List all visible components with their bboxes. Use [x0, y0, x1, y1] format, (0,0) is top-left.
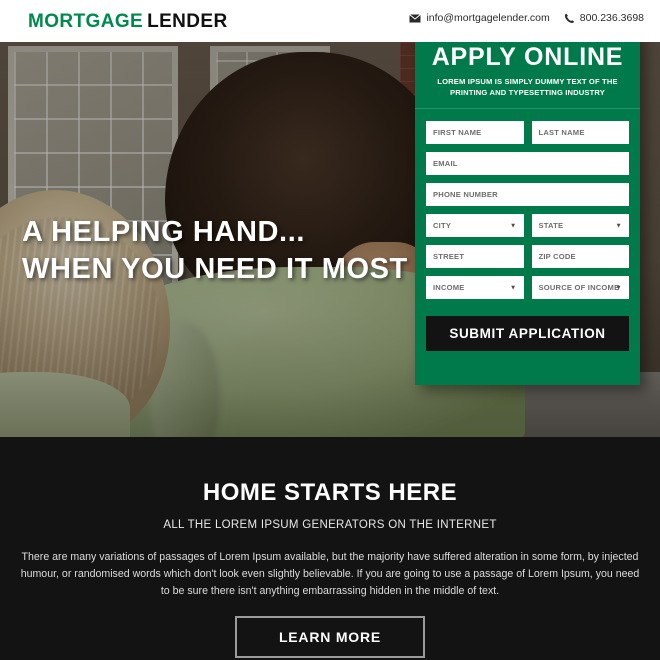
brand-logo[interactable]: MORTGAGE LENDER — [28, 11, 228, 33]
zip-code-input[interactable]: ZIP CODE — [531, 245, 629, 269]
email-input[interactable]: EMAIL — [426, 152, 629, 176]
contact-phone[interactable]: 800.236.3698 — [564, 12, 644, 24]
contact-email[interactable]: info@mortgagelender.com — [409, 12, 550, 24]
chevron-down-icon: ▼ — [509, 284, 517, 292]
form-submit-area: SUBMIT APPLICATION — [415, 307, 640, 352]
income-select-label: INCOME — [433, 283, 465, 293]
form-row-street-zip: STREET ZIP CODE — [426, 245, 629, 269]
hero-headline-line-1: A HELPING HAND... — [22, 216, 306, 248]
info-section-subtitle: ALL THE LOREM IPSUM GENERATORS ON THE IN… — [163, 519, 497, 531]
chevron-down-icon: ▼ — [615, 222, 622, 230]
form-title: APPLY ONLINE — [431, 43, 624, 71]
form-row-name: FIRST NAME LAST NAME — [426, 121, 629, 145]
learn-more-button[interactable]: LEARN MORE — [235, 616, 425, 659]
contact-email-text: info@mortgagelender.com — [426, 12, 550, 24]
submit-application-button[interactable]: SUBMIT APPLICATION — [426, 316, 629, 352]
form-fields: FIRST NAME LAST NAME EMAIL PHONE NUMBER … — [415, 109, 640, 300]
form-subtitle: LOREM IPSUM IS SIMPLY DUMMY TEXT OF THE … — [437, 77, 618, 98]
logo-secondary-text: LENDER — [147, 11, 228, 32]
source-of-income-select-label: SOURCE OF INCOME — [538, 283, 620, 293]
info-section: HOME STARTS HERE ALL THE LOREM IPSUM GEN… — [0, 437, 660, 660]
source-of-income-select[interactable]: SOURCE OF INCOME ▼ — [531, 276, 629, 300]
phone-number-input[interactable]: PHONE NUMBER — [426, 183, 629, 207]
envelope-icon — [409, 13, 422, 23]
apply-online-form-panel: APPLY ONLINE LOREM IPSUM IS SIMPLY DUMMY… — [415, 30, 640, 385]
last-name-input[interactable]: LAST NAME — [531, 121, 629, 145]
landing-page: MORTGAGELENDER info@mortgagelender.com — [0, 0, 660, 660]
form-row-city-state: CITY ▼ STATE ▼ — [426, 214, 629, 238]
form-row-phone: PHONE NUMBER — [426, 183, 629, 207]
state-select-label: STATE — [538, 221, 564, 231]
form-row-email: EMAIL — [426, 152, 629, 176]
chevron-down-icon: ▼ — [615, 284, 622, 292]
phone-icon — [564, 13, 575, 24]
income-select[interactable]: INCOME ▼ — [426, 276, 524, 300]
info-section-title: HOME STARTS HERE — [202, 479, 458, 506]
hero-headline: A HELPING HAND... WHEN YOU NEED IT MOST — [22, 214, 408, 288]
chevron-down-icon: ▼ — [509, 222, 517, 230]
city-select[interactable]: CITY ▼ — [426, 214, 524, 238]
logo-primary-text: MORTGAGE — [28, 11, 144, 32]
hero-headline-line-2: WHEN YOU NEED IT MOST — [22, 253, 408, 286]
contact-phone-text: 800.236.3698 — [579, 12, 644, 24]
first-name-input[interactable]: FIRST NAME — [426, 121, 524, 145]
info-section-body: There are many variations of passages of… — [20, 551, 640, 598]
form-row-income: INCOME ▼ SOURCE OF INCOME ▼ — [426, 276, 629, 300]
site-header: MORTGAGELENDER info@mortgagelender.com — [0, 0, 660, 42]
city-select-label: CITY — [433, 221, 452, 231]
street-input[interactable]: STREET — [426, 245, 524, 269]
header-contact-info: info@mortgagelender.com 800.236.3698 — [409, 12, 644, 24]
state-select[interactable]: STATE ▼ — [531, 214, 629, 238]
